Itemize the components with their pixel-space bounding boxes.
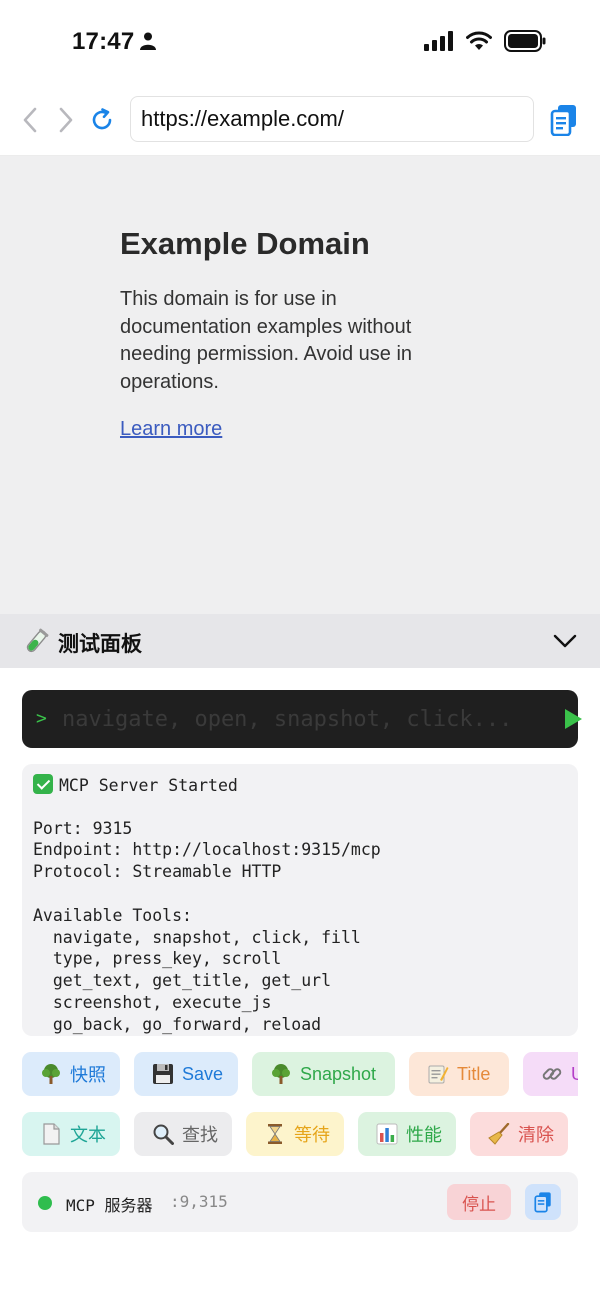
forward-button[interactable] <box>52 106 80 134</box>
find-button[interactable]: 查找 <box>134 1112 232 1156</box>
performance-button[interactable]: 性能 <box>358 1112 456 1156</box>
memo-icon <box>427 1063 449 1085</box>
log-line: navigate, snapshot, click, fill <box>33 927 361 947</box>
log-line: type, press_key, scroll <box>33 949 282 969</box>
person-icon <box>140 32 156 50</box>
save-button[interactable]: Save <box>134 1052 238 1096</box>
status-time: 17:47 <box>72 28 135 55</box>
reload-icon <box>92 108 112 130</box>
url-button[interactable]: U <box>523 1052 578 1096</box>
command-prompt: > <box>36 708 47 729</box>
broom-icon <box>488 1123 510 1145</box>
magnifier-icon <box>152 1123 174 1145</box>
log-line: Port: 9315 <box>33 818 133 838</box>
floppy-icon <box>152 1063 174 1085</box>
chevron-right-icon <box>59 107 73 133</box>
reload-button[interactable] <box>88 106 116 134</box>
log-line: Available Tools: <box>33 905 192 925</box>
log-line: Protocol: Streamable HTTP <box>33 862 282 882</box>
signal-icon <box>424 31 453 51</box>
text-button[interactable]: 文本 <box>22 1112 120 1156</box>
title-button[interactable]: Title <box>409 1052 509 1096</box>
link-icon <box>541 1063 563 1085</box>
learn-more-link[interactable]: Learn more <box>120 418 222 441</box>
snapshot-button[interactable]: Snapshot <box>252 1052 395 1096</box>
log-line: go_back, go_forward, reload <box>33 1014 322 1034</box>
log-line: get_text, get_title, get_url <box>33 971 332 991</box>
check-mark-icon <box>33 774 53 794</box>
browser-toolbar <box>0 84 600 156</box>
document-icon <box>40 1123 62 1145</box>
test-tube-icon <box>26 628 49 653</box>
log-line: Endpoint: http://localhost:9315/mcp <box>33 840 381 860</box>
server-port: :9,315 <box>170 1192 228 1211</box>
page-paragraph: This domain is for use in documentation … <box>120 288 413 393</box>
wifi-icon <box>466 31 492 50</box>
copy-icon[interactable] <box>550 104 578 136</box>
wait-button[interactable]: 等待 <box>246 1112 344 1156</box>
status-bar: 17:47 <box>0 0 600 84</box>
tree-icon <box>40 1063 62 1085</box>
server-status-dot <box>38 1196 52 1210</box>
copy-endpoint-button[interactable] <box>525 1184 561 1220</box>
log-line: screenshot, execute_js <box>33 992 272 1012</box>
url-input[interactable] <box>130 96 534 142</box>
snapshot-cn-button[interactable]: 快照 <box>22 1052 120 1096</box>
page-heading: Example Domain <box>120 226 370 261</box>
clear-button[interactable]: 清除 <box>470 1112 568 1156</box>
chevron-left-icon <box>23 107 37 133</box>
hourglass-icon <box>264 1123 286 1145</box>
status-indicators <box>424 30 546 52</box>
battery-icon <box>504 30 546 52</box>
web-content: Example Domain This domain is for use in… <box>0 156 600 614</box>
command-bar: > <box>22 690 582 748</box>
bar-chart-icon <box>376 1123 398 1145</box>
run-icon[interactable] <box>562 708 584 730</box>
server-status-bar: MCP 服务器 :9,315 停止 <box>22 1172 578 1232</box>
log-line: MCP Server Started <box>33 774 567 796</box>
back-button[interactable] <box>16 106 44 134</box>
panel-title: 测试面板 <box>58 632 142 656</box>
stop-server-button[interactable]: 停止 <box>447 1184 511 1220</box>
tool-row-1[interactable]: 快照 Save Snapshot Title U <box>0 1052 578 1096</box>
chevron-down-icon[interactable] <box>552 632 578 650</box>
log-output: MCP Server Started Port: 9315 Endpoint: … <box>22 764 578 1036</box>
tree-icon <box>270 1063 292 1085</box>
command-input[interactable] <box>62 700 522 738</box>
test-panel-header[interactable]: 测试面板 <box>0 614 600 668</box>
copy-icon <box>534 1192 551 1213</box>
server-label: MCP 服务器 <box>66 1196 153 1215</box>
